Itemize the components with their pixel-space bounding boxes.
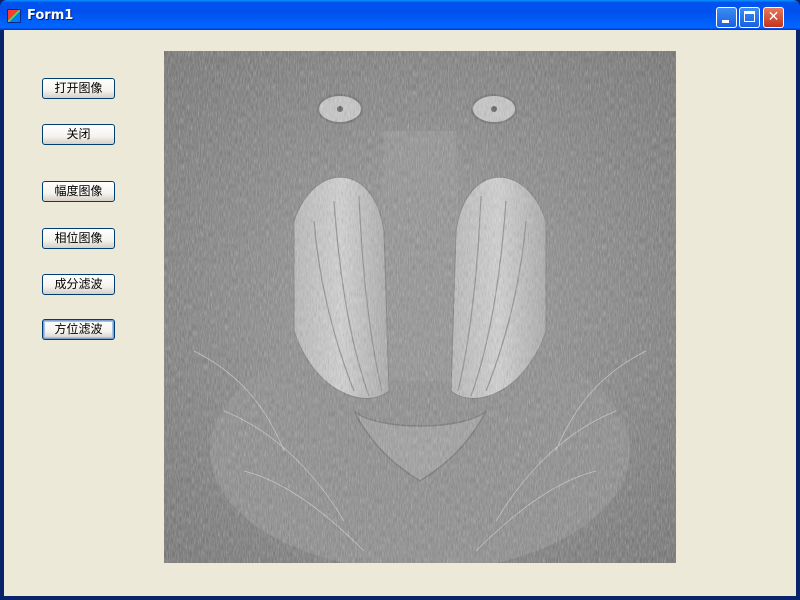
minimize-button[interactable] xyxy=(716,7,737,28)
app-icon xyxy=(7,9,21,23)
orientation-filter-button[interactable]: 方位滤波 xyxy=(42,319,115,340)
component-filter-button[interactable]: 成分滤波 xyxy=(42,274,115,295)
minimize-icon xyxy=(722,20,729,23)
title-bar[interactable]: Form1 ✕ xyxy=(0,0,800,30)
close-window-button[interactable]: ✕ xyxy=(763,7,784,28)
open-image-button[interactable]: 打开图像 xyxy=(42,78,115,99)
baboon-image xyxy=(164,51,676,563)
amplitude-image-button[interactable]: 幅度图像 xyxy=(42,181,115,202)
image-picturebox xyxy=(164,51,676,563)
window-title: Form1 xyxy=(27,8,74,23)
maximize-icon xyxy=(744,11,755,22)
maximize-button[interactable] xyxy=(739,7,760,28)
form1-window: Form1 ✕ 打开图像 关闭 幅度图像 相位图像 成分滤波 方位滤波 xyxy=(0,0,800,600)
close-button[interactable]: 关闭 xyxy=(42,124,115,145)
form-client-area: 打开图像 关闭 幅度图像 相位图像 成分滤波 方位滤波 xyxy=(4,30,796,596)
phase-image-button[interactable]: 相位图像 xyxy=(42,228,115,249)
close-icon: ✕ xyxy=(767,9,780,25)
